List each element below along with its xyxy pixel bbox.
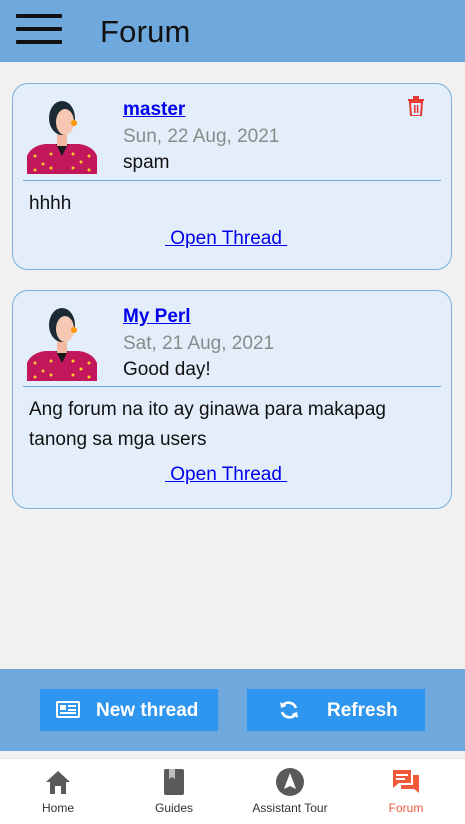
nav-label-guides: Guides <box>154 801 194 815</box>
navigation-icon <box>276 768 304 796</box>
newspaper-icon <box>56 701 80 718</box>
refresh-button[interactable]: Refresh <box>247 689 425 731</box>
thread-date: Sun, 22 Aug, 2021 <box>123 126 280 147</box>
nav-label-forum: Forum <box>388 801 424 815</box>
open-thread-link[interactable]: Open Thread <box>165 464 287 486</box>
refresh-label: Refresh <box>327 700 398 721</box>
card-divider <box>23 386 441 387</box>
thread-subject: Good day! <box>123 359 211 380</box>
app-header: Forum <box>0 0 465 62</box>
separator <box>0 751 465 758</box>
bottom-navigation: Home Guides Assistant Tour Forum <box>0 758 465 824</box>
trash-icon[interactable] <box>407 96 425 116</box>
thread-card: My Perl Sat, 21 Aug, 2021 Good day! Ang … <box>12 290 452 509</box>
thread-card: master Sun, 22 Aug, 2021 spam hhhh Open … <box>12 83 452 270</box>
female-avatar-icon <box>27 308 97 381</box>
nav-item-home[interactable]: Home <box>0 759 116 824</box>
new-thread-label: New thread <box>96 700 199 721</box>
forum-icon <box>393 770 419 793</box>
nav-item-assistant-tour[interactable]: Assistant Tour <box>232 759 348 824</box>
nav-label-assistant-tour: Assistant Tour <box>252 801 328 815</box>
nav-item-guides[interactable]: Guides <box>116 759 232 824</box>
thread-body: hhhh <box>29 193 72 214</box>
female-avatar-icon <box>27 101 97 174</box>
hamburger-menu-icon[interactable] <box>16 14 62 44</box>
page-title: Forum <box>100 14 191 49</box>
thread-body: Ang forum na ito ay ginawa para makapag … <box>29 399 386 450</box>
thread-subject: spam <box>123 152 170 173</box>
card-divider <box>23 180 441 181</box>
open-thread-link[interactable]: Open Thread <box>165 228 287 250</box>
thread-author-link[interactable]: My Perl <box>123 306 191 328</box>
nav-item-forum[interactable]: Forum <box>348 759 464 824</box>
book-icon <box>164 769 184 795</box>
refresh-icon <box>280 701 298 719</box>
nav-label-home: Home <box>41 801 74 815</box>
home-icon <box>46 771 70 794</box>
new-thread-button[interactable]: New thread <box>40 689 218 731</box>
thread-author-link[interactable]: master <box>123 99 185 121</box>
action-bar: New thread Refresh <box>0 669 465 751</box>
thread-date: Sat, 21 Aug, 2021 <box>123 333 275 354</box>
